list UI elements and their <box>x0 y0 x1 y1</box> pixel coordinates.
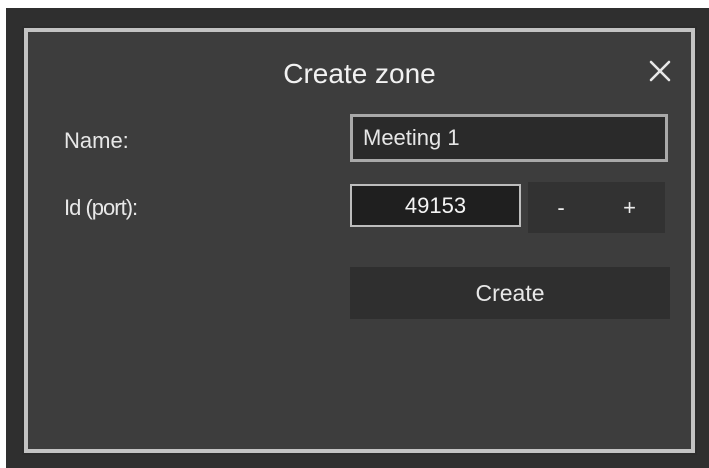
port-input[interactable] <box>350 184 521 227</box>
name-label: Name: <box>64 128 129 153</box>
close-icon[interactable] <box>645 56 675 86</box>
create-button[interactable]: Create <box>350 267 670 319</box>
decrement-button[interactable]: - <box>528 182 594 233</box>
dialog-title: Create zone <box>283 58 436 89</box>
app-background: Create zone Name: Id (port): - + Create <box>6 8 709 468</box>
increment-button[interactable]: + <box>594 182 665 233</box>
port-label: Id (port): <box>64 195 138 220</box>
name-input[interactable] <box>350 114 668 162</box>
create-zone-dialog: Create zone Name: Id (port): - + Create <box>22 26 697 455</box>
